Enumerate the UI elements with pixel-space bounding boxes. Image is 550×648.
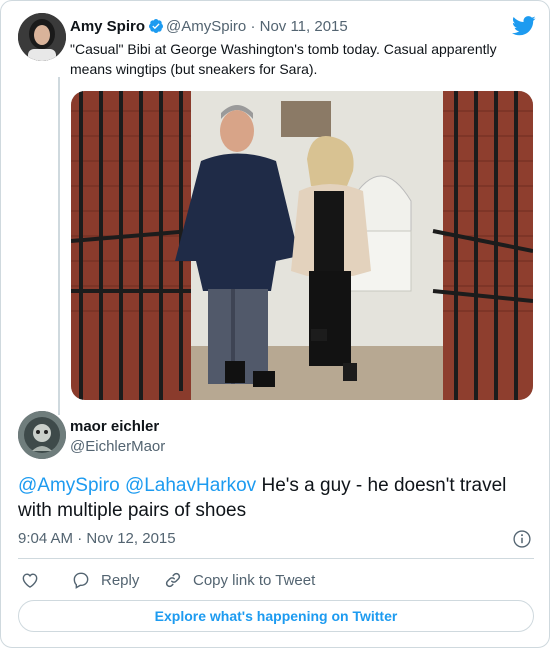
parent-tweet-text: "Casual" Bibi at George Washington's tom…	[70, 41, 497, 77]
copy-link-button[interactable]: Copy link to Tweet	[163, 567, 315, 593]
info-icon[interactable]	[512, 529, 532, 549]
copy-link-label: Copy link to Tweet	[193, 571, 316, 589]
avatar-photo	[18, 13, 66, 61]
author-name[interactable]: Amy Spiro	[70, 18, 145, 35]
thread-connector-line	[58, 77, 60, 415]
divider	[18, 558, 534, 559]
avatar[interactable]	[18, 13, 66, 61]
author-handle[interactable]: @AmySpiro	[166, 18, 246, 35]
mention-link[interactable]: @AmySpiro	[18, 475, 120, 496]
link-icon	[165, 572, 181, 588]
parent-tweet-header: Amy Spiro @AmySpiro · Nov 11, 2015	[70, 17, 530, 37]
reply-avatar-photo	[18, 411, 66, 459]
reply-bubble-icon	[73, 572, 89, 589]
separator-dot: ·	[250, 18, 256, 35]
twitter-bird-icon[interactable]	[512, 15, 536, 37]
mention-link[interactable]: @LahavHarkov	[125, 475, 256, 496]
action-bar: Reply Copy link to Tweet	[18, 567, 534, 593]
reply-tweet-text: @AmySpiro @LahavHarkov He's a guy - he d…	[18, 473, 538, 523]
explore-twitter-button[interactable]: Explore what's happening on Twitter	[18, 600, 534, 632]
reply-timestamp[interactable]: 9:04 AM · Nov 12, 2015	[18, 529, 176, 549]
reply-author-name[interactable]: maor eichler	[70, 417, 159, 437]
tweet-embed-card: Amy Spiro @AmySpiro · Nov 11, 2015 "Casua…	[0, 0, 550, 648]
heart-icon	[22, 573, 38, 588]
reply-button[interactable]: Reply	[71, 567, 139, 593]
avatar[interactable]	[18, 411, 66, 459]
tweet-date[interactable]: Nov 11, 2015	[260, 18, 348, 35]
verified-badge-icon	[149, 19, 164, 33]
tweet-photo[interactable]	[71, 91, 533, 400]
reply-author-handle[interactable]: @EichlerMaor	[70, 437, 165, 457]
tweet-photo-image	[71, 91, 533, 400]
reply-label: Reply	[101, 571, 140, 589]
like-button[interactable]	[20, 567, 40, 593]
